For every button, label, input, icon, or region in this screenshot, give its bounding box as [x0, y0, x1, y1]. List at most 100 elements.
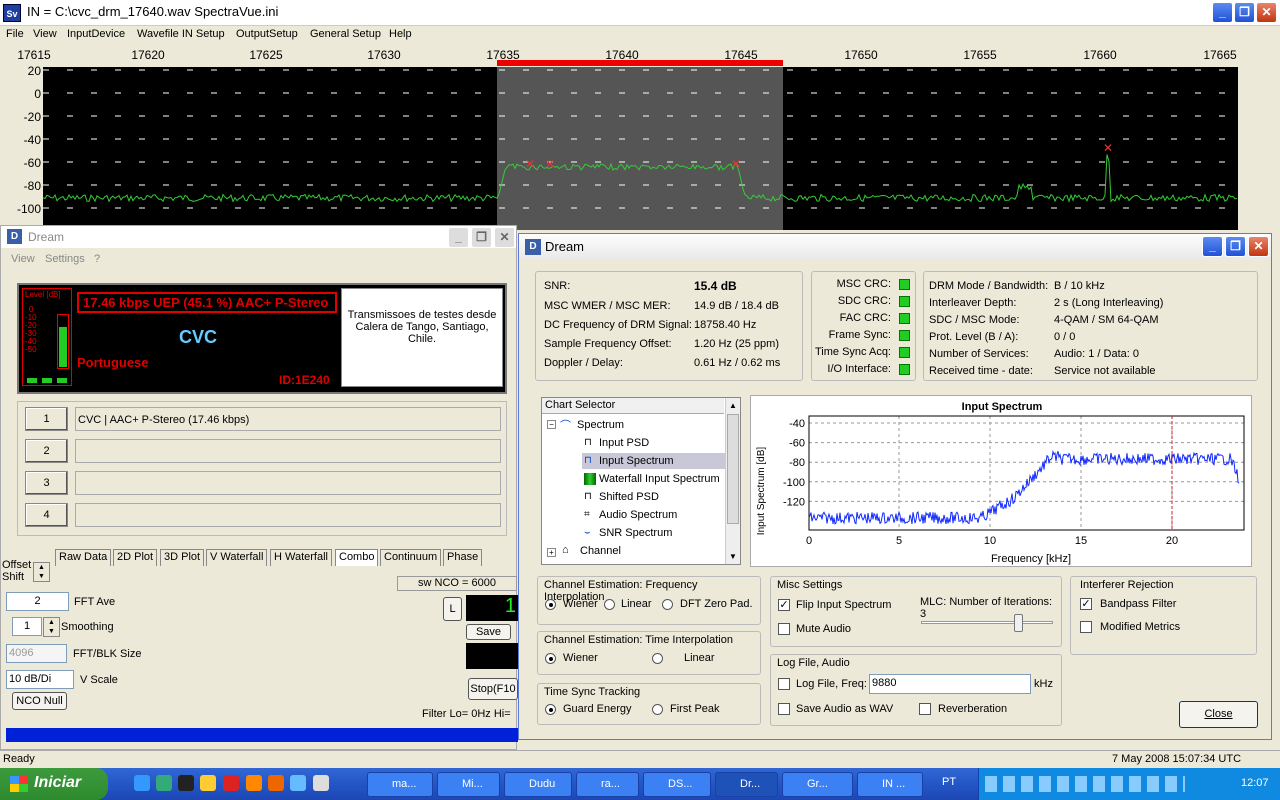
collapse-icon[interactable]: −	[547, 420, 556, 429]
menu-wavefile-setup[interactable]: Wavefile IN Setup	[137, 28, 225, 40]
minimize-button[interactable]: _	[448, 227, 469, 248]
menu-inputdevice[interactable]: InputDevice	[67, 28, 125, 40]
menu-outputsetup[interactable]: OutputSetup	[236, 28, 298, 40]
tree-scrollbar[interactable]: ▲ ▼	[725, 398, 740, 564]
service-button-2[interactable]: 2	[25, 439, 68, 463]
log-freq-input[interactable]: 9880	[869, 674, 1031, 694]
close-button[interactable]: ✕	[1248, 236, 1269, 257]
modified-metrics-checkbox[interactable]	[1080, 621, 1092, 633]
freq-interp-wiener-radio[interactable]	[545, 599, 556, 610]
minimize-button[interactable]: _	[1202, 236, 1223, 257]
l-button[interactable]: L	[443, 597, 462, 621]
menu-help[interactable]: Help	[389, 28, 412, 40]
level-tick: -50	[25, 345, 37, 354]
tab-v-waterfall[interactable]: V Waterfall	[206, 549, 268, 566]
mute-audio-checkbox[interactable]	[778, 623, 790, 635]
fft-ave-input[interactable]: 2	[6, 592, 69, 611]
chart-selector-header[interactable]: Chart Selector	[542, 398, 724, 414]
tab-raw-data[interactable]: Raw Data	[55, 549, 112, 566]
task-button-8[interactable]: IN ...	[857, 772, 923, 797]
folder-icon[interactable]	[200, 775, 216, 791]
media-icon[interactable]	[246, 775, 262, 791]
mlc-slider-track[interactable]	[921, 621, 1053, 624]
main-spectrum-plot[interactable]: ✕ ✕ ✕ ✕	[42, 61, 1238, 230]
task-button-5[interactable]: DS...	[643, 772, 711, 797]
tree-item-input-spectrum[interactable]: Input Spectrum	[599, 455, 674, 467]
menu-file[interactable]: File	[6, 28, 24, 40]
reverb-checkbox[interactable]	[919, 703, 931, 715]
service-button-3[interactable]: 3	[25, 471, 68, 495]
spectravue-app-icon[interactable]: Sv	[3, 4, 21, 22]
fft-size-select[interactable]: 4096	[6, 644, 67, 663]
menu-general-setup[interactable]: General Setup	[310, 28, 381, 40]
taskbar-clock: 12:07	[1241, 777, 1269, 789]
freq-interp-dft-radio[interactable]	[662, 599, 673, 610]
chart-selector-tree[interactable]: Chart Selector ▲ ▼ − ⌒ Spectrum ⊓ Input …	[541, 397, 741, 565]
messenger-icon[interactable]	[290, 775, 306, 791]
tab-3d-plot[interactable]: 3D Plot	[160, 549, 205, 566]
tray-icons[interactable]	[985, 776, 1185, 792]
minimize-button[interactable]: _	[1212, 2, 1233, 23]
maximize-button[interactable]: ❐	[1225, 236, 1246, 257]
task-button-7[interactable]: Gr...	[782, 772, 853, 797]
menu-settings[interactable]: Settings	[45, 253, 85, 265]
task-button-1[interactable]: ma...	[367, 772, 433, 797]
maximize-button[interactable]: ❐	[1234, 2, 1255, 23]
log-file-checkbox[interactable]	[778, 678, 790, 690]
close-button[interactable]: ✕	[1256, 2, 1277, 23]
mlc-slider-thumb[interactable]	[1014, 614, 1023, 632]
tool-icon[interactable]	[313, 775, 329, 791]
tree-item-waterfall[interactable]: Waterfall Input Spectrum	[599, 473, 720, 485]
smoothing-spinner[interactable]: ▲ ▼	[43, 617, 60, 637]
task-button-2[interactable]: Mi...	[437, 772, 500, 797]
tree-item-input-psd[interactable]: Input PSD	[599, 437, 649, 449]
menu-view[interactable]: View	[11, 253, 35, 265]
freq-interp-linear-radio[interactable]	[604, 599, 615, 610]
tab-phase[interactable]: Phase	[443, 549, 483, 566]
save-button[interactable]: Save	[466, 624, 511, 640]
task-button-3[interactable]: Dudu	[504, 772, 572, 797]
psd-icon: ⊓	[584, 437, 592, 448]
vscale-select[interactable]: 10 dB/Di	[6, 670, 74, 689]
time-interp-linear-radio[interactable]	[652, 653, 663, 664]
tree-item-audio-spectrum[interactable]: Audio Spectrum	[599, 509, 677, 521]
time-interp-wiener-radio[interactable]	[545, 653, 556, 664]
cmd-icon[interactable]	[178, 775, 194, 791]
task-button-4[interactable]: ra...	[576, 772, 639, 797]
first-peak-radio[interactable]	[652, 704, 663, 715]
smoothing-input[interactable]: 1	[12, 617, 42, 636]
guard-energy-radio[interactable]	[545, 704, 556, 715]
tree-item-spectrum[interactable]: Spectrum	[577, 419, 624, 431]
browser-icon[interactable]	[156, 775, 172, 791]
expand-icon[interactable]: +	[547, 548, 556, 557]
msc-crc-led	[899, 279, 910, 290]
tree-item-snr-spectrum[interactable]: SNR Spectrum	[599, 527, 672, 539]
maximize-button[interactable]: ❐	[471, 227, 492, 248]
offset-spinner[interactable]: ▲ ▼	[33, 562, 50, 582]
menu-help[interactable]: ?	[94, 253, 100, 265]
app-icon[interactable]	[223, 775, 239, 791]
language-indicator[interactable]: PT	[942, 776, 956, 788]
tab-h-waterfall[interactable]: H Waterfall	[270, 549, 332, 566]
menu-view[interactable]: View	[33, 28, 57, 40]
service-button-1[interactable]: 1	[25, 407, 68, 431]
close-dialog-button[interactable]: Close	[1179, 701, 1258, 728]
main-title-bar: Sv IN = C:\cvc_drm_17640.wav SpectraVue.…	[0, 0, 1280, 26]
firefox-icon[interactable]	[268, 775, 284, 791]
task-button-6[interactable]: Dr...	[715, 772, 778, 797]
service-button-4[interactable]: 4	[25, 503, 68, 527]
flip-spectrum-checkbox[interactable]: ✓	[778, 599, 790, 611]
dream-main-title: Dream	[28, 230, 65, 244]
close-button[interactable]: ✕	[494, 227, 515, 248]
stop-button[interactable]: Stop(F10	[468, 678, 518, 700]
tab-continuum[interactable]: Continuum	[380, 549, 442, 566]
ie-icon[interactable]	[134, 775, 150, 791]
start-button[interactable]: Iniciar	[0, 768, 108, 800]
nco-null-button[interactable]: NCO Null	[12, 692, 67, 710]
tab-2d-plot[interactable]: 2D Plot	[113, 549, 158, 566]
save-wav-checkbox[interactable]	[778, 703, 790, 715]
tab-combo[interactable]: Combo	[335, 549, 379, 566]
tree-item-channel[interactable]: Channel	[580, 545, 621, 557]
bandpass-checkbox[interactable]: ✓	[1080, 598, 1092, 610]
tree-item-shifted-psd[interactable]: Shifted PSD	[599, 491, 659, 503]
